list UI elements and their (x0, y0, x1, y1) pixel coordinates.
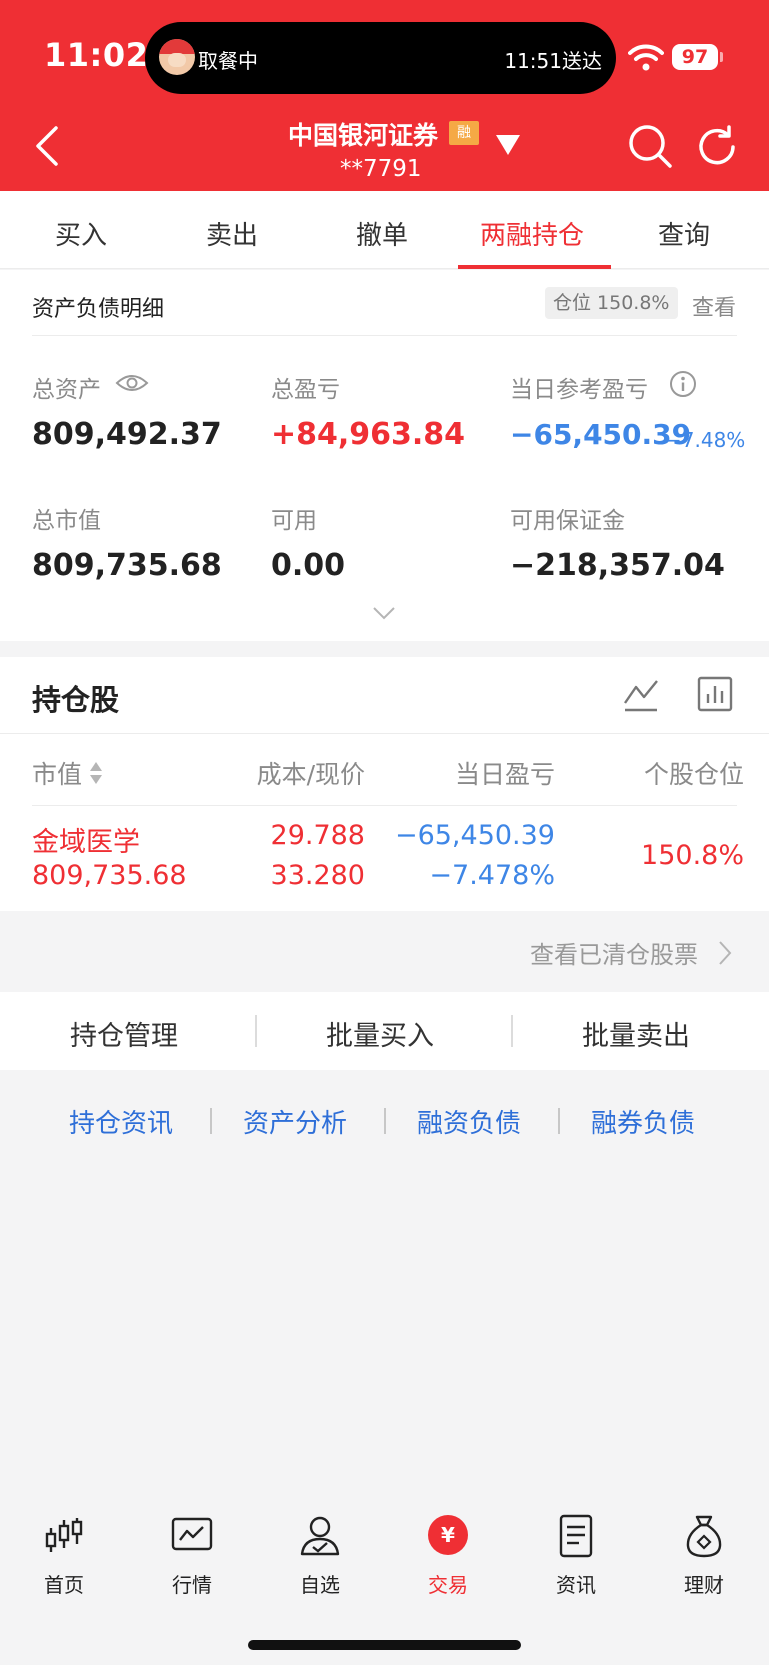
island-status: 取餐中 (198, 49, 258, 73)
stock-market-value: 809,735.68 (32, 860, 187, 891)
account-number: **7791 (340, 156, 422, 182)
market-chart-icon (171, 1517, 213, 1551)
stock-price: 33.280 (270, 860, 365, 891)
status-time: 11:02 (44, 36, 149, 74)
back-icon[interactable] (32, 124, 64, 168)
available-label: 可用 (271, 508, 317, 534)
account-name[interactable]: 中国银河证券 (288, 116, 438, 152)
trade-tabs: 买入 卖出 撤单 两融持仓 查询 (0, 191, 769, 269)
document-icon (559, 1514, 593, 1558)
nav-news[interactable]: 资讯 (526, 1514, 626, 1604)
tab-sell[interactable]: 卖出 (206, 215, 258, 252)
divider (32, 805, 737, 806)
eye-icon[interactable] (115, 372, 149, 394)
chevron-down-icon[interactable] (372, 606, 396, 620)
header: 11:02 取餐中 11:51送达 97 中国银河证券 融 **7791 (0, 0, 769, 191)
daily-pnl-label: 当日参考盈亏 (510, 377, 648, 403)
dynamic-island[interactable]: 取餐中 11:51送达 (145, 22, 616, 94)
wifi-icon (628, 44, 664, 71)
nav-watchlist[interactable]: 自选 (270, 1514, 370, 1604)
tab-query[interactable]: 查询 (658, 215, 710, 252)
daily-pnl-value: −65,450.39 (510, 418, 692, 451)
position-management-button[interactable]: 持仓管理 (70, 1014, 178, 1053)
nav-label: 交易 (428, 1573, 468, 1597)
divider (558, 1108, 560, 1134)
line-chart-icon[interactable] (622, 677, 660, 713)
cleared-stocks-link[interactable]: 查看已清仓股票 (530, 935, 698, 970)
total-pnl-label: 总盈亏 (271, 377, 340, 403)
chevron-right-icon[interactable] (718, 940, 732, 966)
stock-name: 金域医学 (32, 827, 140, 858)
stock-cost: 29.788 (270, 820, 365, 851)
svg-text:¥: ¥ (441, 1523, 455, 1547)
nav-wealth[interactable]: 理财 (654, 1514, 754, 1604)
yuan-coin-icon: ¥ (428, 1515, 468, 1555)
divider (384, 1108, 386, 1134)
divider (0, 733, 769, 734)
col-header-daily-pnl: 当日盈亏 (454, 760, 555, 789)
nav-label: 行情 (172, 1573, 212, 1597)
sort-icon[interactable] (89, 759, 103, 787)
active-tab-indicator (458, 265, 611, 269)
divider (32, 335, 737, 336)
stock-daily-pnl-percent: −7.478% (429, 860, 555, 891)
market-value-label: 总市值 (32, 508, 101, 534)
total-assets-label: 总资产 (32, 377, 101, 403)
info-icon[interactable] (669, 370, 697, 398)
asset-summary-card: 资产负债明细 仓位 150.8% 查看 总资产 809,492.37 总盈亏 +… (0, 270, 769, 641)
nav-market[interactable]: 行情 (142, 1514, 242, 1604)
home-indicator[interactable] (248, 1640, 521, 1650)
divider (511, 1015, 513, 1047)
holdings-title: 持仓股 (32, 683, 120, 717)
holdings-card: 持仓股 市值 成本/现价 当日盈亏 个股仓位 金域医学 809,735.68 2… (0, 657, 769, 911)
position-ratio-chip: 仓位 150.8% (545, 287, 678, 319)
batch-sell-button[interactable]: 批量卖出 (582, 1014, 690, 1053)
view-details-link[interactable]: 查看 (692, 290, 736, 322)
nav-label: 理财 (684, 1573, 724, 1597)
available-margin-label: 可用保证金 (510, 508, 625, 534)
total-pnl-value: +84,963.84 (271, 417, 466, 452)
search-icon[interactable] (627, 123, 673, 169)
market-value: 809,735.68 (32, 548, 222, 583)
nav-home[interactable]: 首页 (14, 1514, 114, 1604)
available-margin-value: −218,357.04 (510, 548, 725, 583)
tab-buy[interactable]: 买入 (55, 215, 107, 252)
stock-daily-pnl: −65,450.39 (394, 820, 555, 851)
col-header-market-value[interactable]: 市值 (32, 755, 82, 791)
battery-tip (720, 52, 723, 62)
delivery-avatar-icon (159, 39, 195, 75)
daily-pnl-percent: −7.48% (665, 428, 746, 452)
bar-chart-icon[interactable] (697, 676, 733, 712)
divider (255, 1015, 257, 1047)
margin-badge: 融 (449, 121, 479, 145)
nav-label: 自选 (300, 1573, 340, 1597)
dropdown-triangle-icon[interactable] (494, 133, 522, 157)
col-header-position: 个股仓位 (643, 760, 744, 789)
asset-section-title: 资产负债明细 (32, 297, 165, 322)
asset-analysis-link[interactable]: 资产分析 (243, 1103, 347, 1140)
batch-buy-button[interactable]: 批量买入 (326, 1014, 434, 1053)
total-assets-value: 809,492.37 (32, 417, 222, 452)
position-management-bar: 持仓管理 批量买入 批量卖出 (0, 992, 769, 1070)
stock-position: 150.8% (641, 840, 744, 871)
holdings-news-link[interactable]: 持仓资讯 (69, 1103, 173, 1140)
user-check-icon (300, 1516, 340, 1556)
nav-label: 首页 (44, 1573, 84, 1597)
refresh-icon[interactable] (695, 125, 739, 169)
candlestick-icon (45, 1518, 83, 1552)
nav-label: 资讯 (556, 1573, 596, 1597)
col-header-cost-price: 成本/现价 (256, 760, 365, 789)
battery-icon: 97 (672, 44, 718, 70)
divider (210, 1108, 212, 1134)
securities-lending-liabilities-link[interactable]: 融券负债 (591, 1103, 695, 1140)
financing-liabilities-link[interactable]: 融资负债 (417, 1103, 521, 1140)
available-value: 0.00 (271, 548, 346, 583)
money-bag-icon (686, 1515, 722, 1558)
island-eta: 11:51送达 (504, 49, 602, 73)
nav-trade[interactable]: ¥ 交易 (398, 1514, 498, 1604)
tab-margin-positions[interactable]: 两融持仓 (480, 215, 584, 252)
tab-cancel[interactable]: 撤单 (356, 215, 408, 252)
